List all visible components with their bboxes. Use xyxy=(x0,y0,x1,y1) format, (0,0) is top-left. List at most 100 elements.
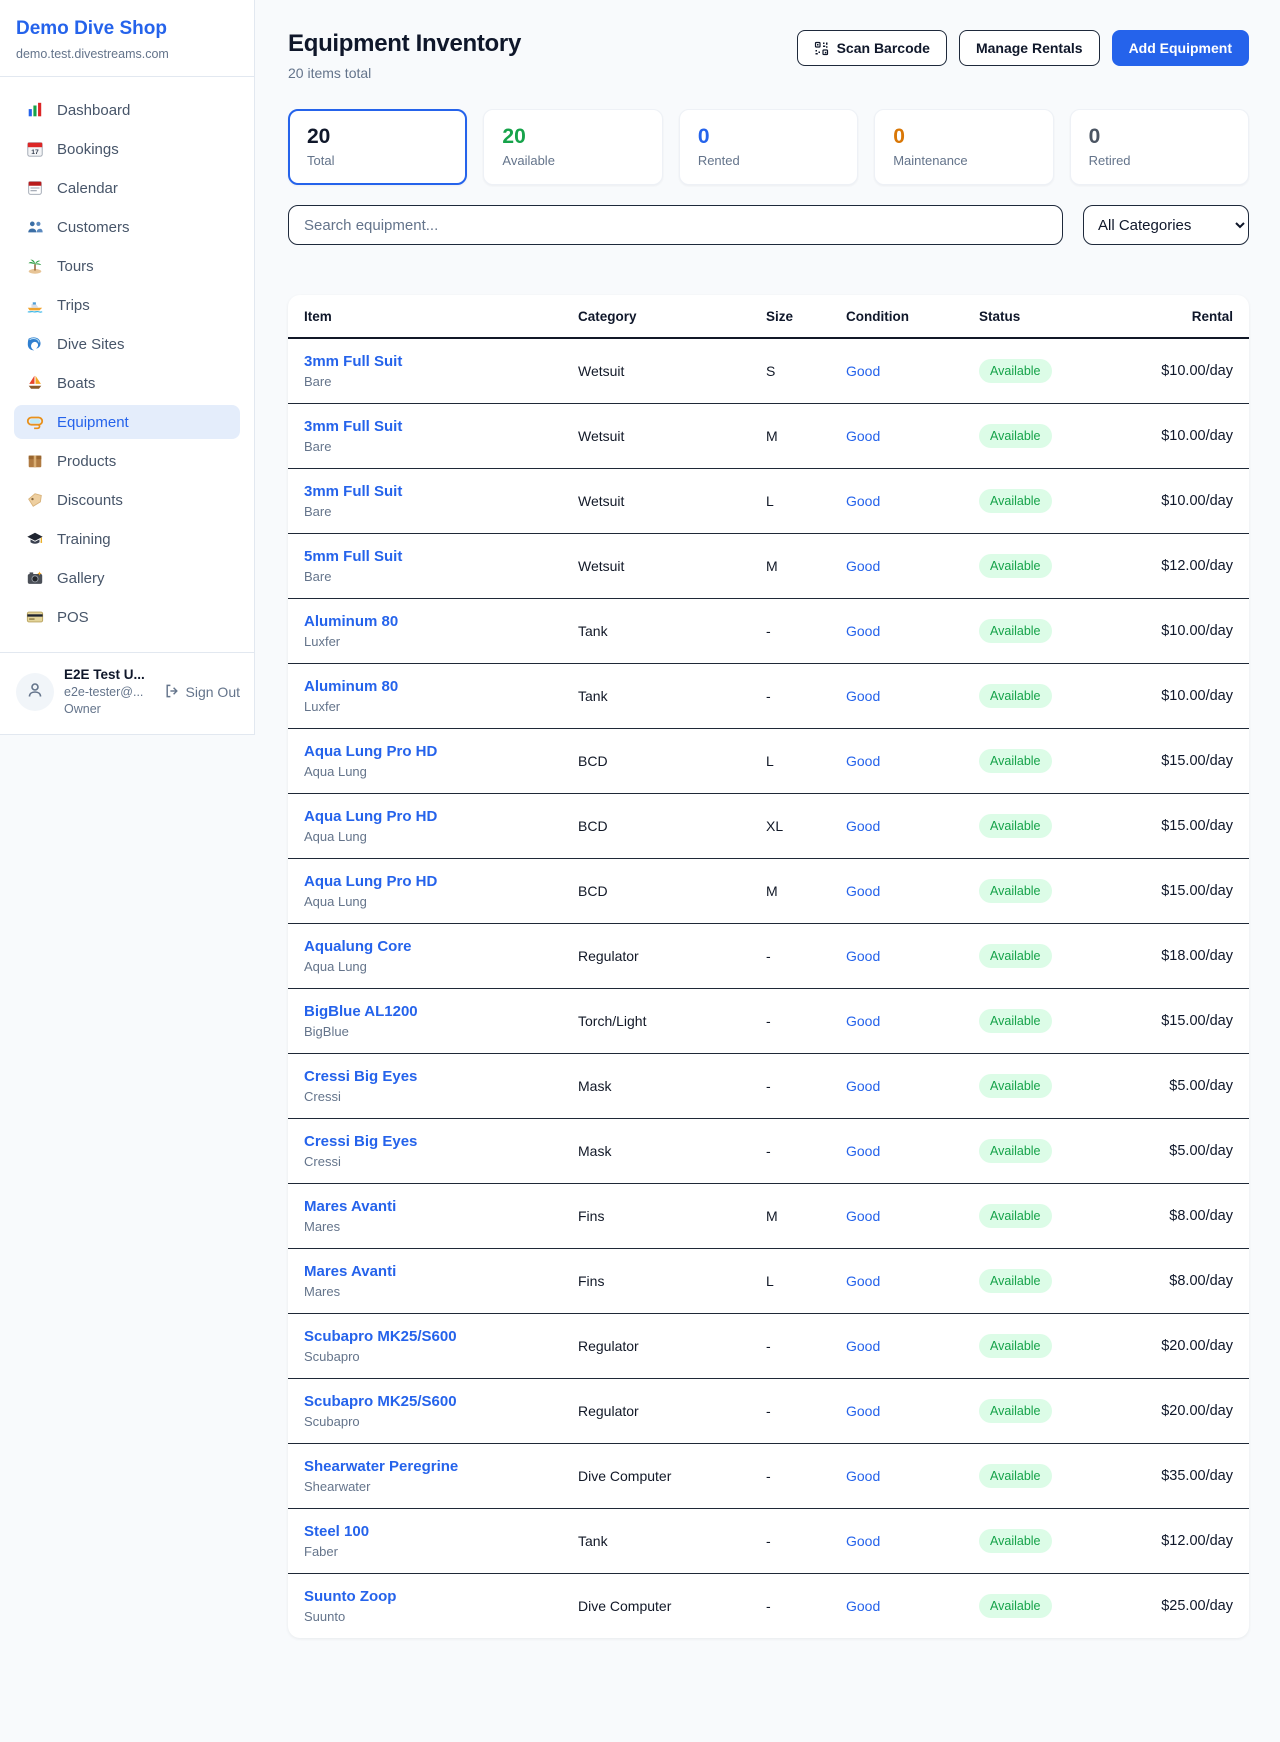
item-condition-link[interactable]: Good xyxy=(846,1208,880,1224)
item-name-link[interactable]: 3mm Full Suit xyxy=(304,418,578,435)
sidebar-item-boats[interactable]: Boats xyxy=(14,366,240,400)
item-condition-link[interactable]: Good xyxy=(846,558,880,574)
item-condition-link[interactable]: Good xyxy=(846,1078,880,1094)
status-badge: Available xyxy=(979,359,1052,383)
item-condition-link[interactable]: Good xyxy=(846,363,880,379)
item-condition-link[interactable]: Good xyxy=(846,818,880,834)
sidebar-item-calendar[interactable]: Calendar xyxy=(14,171,240,205)
sidebar-item-label: Dashboard xyxy=(57,102,130,119)
table-row: Suunto Zoop Suunto Dive Computer - Good … xyxy=(288,1574,1249,1639)
item-condition-link[interactable]: Good xyxy=(846,1598,880,1614)
manage-rentals-button[interactable]: Manage Rentals xyxy=(959,30,1100,66)
add-equipment-button[interactable]: Add Equipment xyxy=(1112,30,1249,66)
item-category: Regulator xyxy=(578,948,639,964)
category-filter-select[interactable]: All Categories xyxy=(1083,205,1249,245)
sidebar-item-gallery[interactable]: Gallery xyxy=(14,561,240,595)
item-brand: Faber xyxy=(304,1544,578,1559)
item-brand: Shearwater xyxy=(304,1479,578,1494)
scan-barcode-button[interactable]: Scan Barcode xyxy=(797,30,947,66)
item-name-link[interactable]: Aqua Lung Pro HD xyxy=(304,873,578,890)
sidebar-item-products[interactable]: Products xyxy=(14,444,240,478)
item-name-link[interactable]: Aluminum 80 xyxy=(304,678,578,695)
item-condition-link[interactable]: Good xyxy=(846,1403,880,1419)
sidebar-item-bookings[interactable]: 17 Bookings xyxy=(14,132,240,166)
item-name-link[interactable]: Suunto Zoop xyxy=(304,1588,578,1605)
item-name-link[interactable]: Scubapro MK25/S600 xyxy=(304,1328,578,1345)
item-condition-link[interactable]: Good xyxy=(846,1013,880,1029)
item-condition-link[interactable]: Good xyxy=(846,1468,880,1484)
item-category: Wetsuit xyxy=(578,363,624,379)
item-name-link[interactable]: 5mm Full Suit xyxy=(304,548,578,565)
avatar xyxy=(16,673,54,711)
item-condition-link[interactable]: Good xyxy=(846,948,880,964)
status-badge: Available xyxy=(979,1204,1052,1228)
item-name-link[interactable]: Aqua Lung Pro HD xyxy=(304,808,578,825)
sign-out-button[interactable]: Sign Out xyxy=(164,683,240,702)
item-name-link[interactable]: Mares Avanti xyxy=(304,1263,578,1280)
item-condition-link[interactable]: Good xyxy=(846,493,880,509)
user-section: E2E Test U... e2e-tester@... Owner Sign … xyxy=(0,652,254,734)
add-equipment-label: Add Equipment xyxy=(1129,40,1232,56)
status-badge: Available xyxy=(979,879,1052,903)
stat-card-rented[interactable]: 0 Rented xyxy=(679,109,858,185)
item-name-link[interactable]: Steel 100 xyxy=(304,1523,578,1540)
sidebar-item-pos[interactable]: POS xyxy=(14,600,240,634)
item-size: - xyxy=(766,1598,771,1614)
item-name-link[interactable]: BigBlue AL1200 xyxy=(304,1003,578,1020)
item-brand: Bare xyxy=(304,504,578,519)
item-condition-link[interactable]: Good xyxy=(846,428,880,444)
item-rental-rate: $5.00/day xyxy=(1169,1078,1233,1094)
item-name-link[interactable]: Shearwater Peregrine xyxy=(304,1458,578,1475)
search-input[interactable] xyxy=(288,205,1063,245)
item-name-link[interactable]: Mares Avanti xyxy=(304,1198,578,1215)
item-size: - xyxy=(766,1468,771,1484)
item-rental-rate: $20.00/day xyxy=(1161,1403,1233,1419)
item-name-link[interactable]: Aluminum 80 xyxy=(304,613,578,630)
sidebar-item-label: POS xyxy=(57,609,89,626)
item-condition-link[interactable]: Good xyxy=(846,753,880,769)
item-name-link[interactable]: Cressi Big Eyes xyxy=(304,1133,578,1150)
sidebar-item-dashboard[interactable]: Dashboard xyxy=(14,93,240,127)
item-name-link[interactable]: 3mm Full Suit xyxy=(304,353,578,370)
item-condition-link[interactable]: Good xyxy=(846,688,880,704)
sidebar-item-tours[interactable]: Tours xyxy=(14,249,240,283)
status-badge: Available xyxy=(979,1464,1052,1488)
item-condition-link[interactable]: Good xyxy=(846,623,880,639)
sidebar-item-dive-sites[interactable]: Dive Sites xyxy=(14,327,240,361)
sidebar-item-label: Training xyxy=(57,531,111,548)
item-name-link[interactable]: Cressi Big Eyes xyxy=(304,1068,578,1085)
status-badge: Available xyxy=(979,1399,1052,1423)
sidebar-item-label: Tours xyxy=(57,258,94,275)
sidebar-item-discounts[interactable]: Discounts xyxy=(14,483,240,517)
item-size: - xyxy=(766,1338,771,1354)
sidebar-item-training[interactable]: Training xyxy=(14,522,240,556)
item-category: Fins xyxy=(578,1208,604,1224)
item-category: Dive Computer xyxy=(578,1468,671,1484)
sidebar-item-label: Dive Sites xyxy=(57,336,125,353)
item-name-link[interactable]: Scubapro MK25/S600 xyxy=(304,1393,578,1410)
stat-card-retired[interactable]: 0 Retired xyxy=(1070,109,1249,185)
item-condition-link[interactable]: Good xyxy=(846,883,880,899)
item-condition-link[interactable]: Good xyxy=(846,1273,880,1289)
sidebar-item-label: Equipment xyxy=(57,414,129,431)
stat-label: Maintenance xyxy=(893,153,1034,168)
stat-card-total[interactable]: 20 Total xyxy=(288,109,467,185)
stat-card-available[interactable]: 20 Available xyxy=(483,109,662,185)
item-name-link[interactable]: 3mm Full Suit xyxy=(304,483,578,500)
item-name-link[interactable]: Aqualung Core xyxy=(304,938,578,955)
sidebar-item-trips[interactable]: Trips xyxy=(14,288,240,322)
item-brand: Bare xyxy=(304,374,578,389)
item-name-link[interactable]: Aqua Lung Pro HD xyxy=(304,743,578,760)
sidebar-item-customers[interactable]: Customers xyxy=(14,210,240,244)
item-size: - xyxy=(766,688,771,704)
shop-name: Demo Dive Shop xyxy=(16,18,238,40)
item-brand: Aqua Lung xyxy=(304,894,578,909)
item-category: BCD xyxy=(578,818,608,834)
item-condition-link[interactable]: Good xyxy=(846,1533,880,1549)
item-size: - xyxy=(766,1013,771,1029)
item-condition-link[interactable]: Good xyxy=(846,1338,880,1354)
sidebar-item-equipment[interactable]: Equipment xyxy=(14,405,240,439)
stat-card-maintenance[interactable]: 0 Maintenance xyxy=(874,109,1053,185)
item-condition-link[interactable]: Good xyxy=(846,1143,880,1159)
table-row: Aluminum 80 Luxfer Tank - Good Available… xyxy=(288,599,1249,664)
